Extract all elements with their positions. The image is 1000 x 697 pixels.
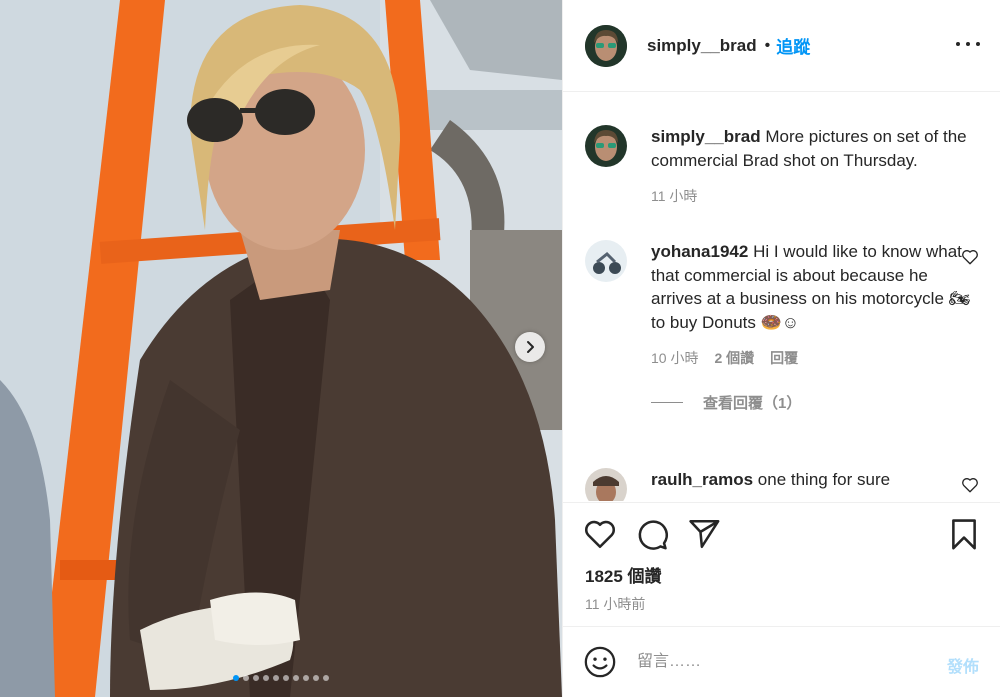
avatar-image: [585, 240, 627, 282]
reply-button[interactable]: 回覆: [770, 348, 798, 368]
carousel-dot: [293, 675, 299, 681]
instagram-post-modal: simply__brad • 追蹤 simply__brad More pict…: [0, 0, 1000, 697]
view-replies-line: [651, 402, 683, 403]
author-avatar[interactable]: [585, 24, 627, 67]
post-comment-button[interactable]: 發佈: [947, 653, 979, 677]
carousel-indicator: [0, 675, 562, 681]
carousel-dot: [273, 675, 279, 681]
post-time[interactable]: 11 小時前: [585, 594, 645, 614]
next-slide-button[interactable]: [515, 332, 545, 362]
comment-body: raulh_ramos one thing for sure: [651, 468, 975, 492]
carousel-dot: [303, 675, 309, 681]
heart-icon[interactable]: [583, 517, 617, 551]
carousel-dot: [313, 675, 319, 681]
carousel-dot: [233, 675, 239, 681]
more-options-icon[interactable]: [956, 34, 980, 54]
carousel-dot: [243, 675, 249, 681]
comment-meta: 10 小時 2 個讚 回覆: [651, 348, 975, 368]
avatar-image: [585, 24, 627, 67]
chevron-right-icon: [527, 341, 534, 353]
caption: simply__brad More pictures on set of the…: [585, 125, 975, 206]
comment-composer: 發佈: [563, 626, 1000, 697]
post-header: simply__brad • 追蹤: [563, 0, 1000, 92]
commenter-avatar[interactable]: [585, 240, 627, 282]
comments-list[interactable]: simply__brad More pictures on set of the…: [563, 93, 1000, 501]
view-replies-label: 查看回覆（1）: [703, 395, 802, 412]
avatar-image: [585, 468, 627, 501]
like-count[interactable]: 1825 個讚: [585, 562, 662, 587]
carousel-dot: [323, 675, 329, 681]
caption-time[interactable]: 11 小時: [651, 186, 697, 206]
header-separator: •: [764, 36, 771, 54]
post-photo[interactable]: [0, 0, 562, 697]
comment-item: raulh_ramos one thing for sure: [585, 468, 978, 501]
commenter-avatar[interactable]: [585, 468, 627, 501]
comment-body: yohana1942 Hi I would like to know what …: [651, 240, 975, 334]
view-replies-button[interactable]: 查看回覆（1）: [651, 392, 975, 413]
caption-avatar[interactable]: [585, 125, 627, 167]
comment-item: yohana1942 Hi I would like to know what …: [585, 240, 978, 413]
comment-bubble-icon[interactable]: [635, 517, 669, 551]
smiley-icon[interactable]: [583, 645, 617, 679]
comment-input[interactable]: [637, 647, 927, 677]
comment-like-heart-icon[interactable]: [961, 248, 979, 266]
comment-time[interactable]: 10 小時: [651, 348, 698, 368]
caption-body: simply__brad More pictures on set of the…: [651, 125, 975, 172]
comment-text: one thing for sure: [757, 470, 891, 489]
carousel-dot: [263, 675, 269, 681]
paper-plane-icon[interactable]: [687, 517, 721, 551]
comment-username[interactable]: yohana1942: [651, 242, 748, 261]
comment-likes[interactable]: 2 個讚: [714, 348, 754, 368]
carousel-dot: [253, 675, 259, 681]
follow-button[interactable]: 追蹤: [776, 33, 810, 58]
caption-meta: 11 小時: [651, 186, 975, 206]
bookmark-icon[interactable]: [947, 517, 981, 551]
comment-username[interactable]: raulh_ramos: [651, 470, 753, 489]
carousel-dot: [283, 675, 289, 681]
author-username[interactable]: simply__brad: [647, 36, 757, 56]
action-bar: [563, 502, 1000, 560]
caption-username[interactable]: simply__brad: [651, 127, 761, 146]
avatar-image: [585, 125, 627, 167]
photo-image: [0, 0, 562, 697]
comment-like-heart-icon[interactable]: [961, 476, 979, 494]
post-side-panel: simply__brad • 追蹤 simply__brad More pict…: [562, 0, 1000, 697]
